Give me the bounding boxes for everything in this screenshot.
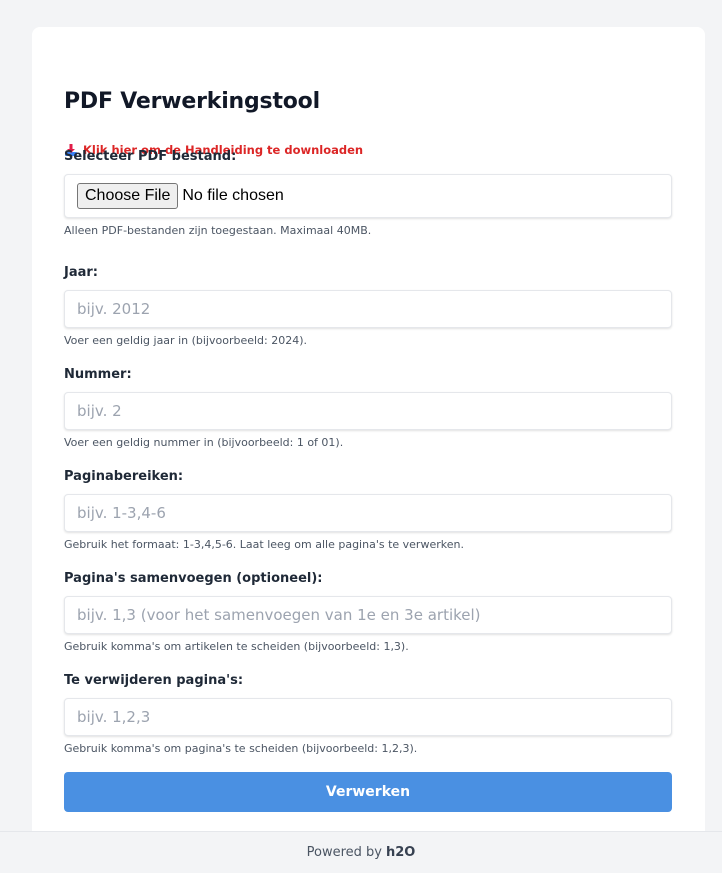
remove-input[interactable] (65, 699, 671, 735)
remove-field-box (64, 698, 672, 736)
remove-help: Gebruik komma's om pagina's te scheiden … (64, 742, 418, 755)
form-card: PDF Verwerkingstool Klik hier om de Hand… (32, 27, 705, 873)
file-status: No file chosen (182, 187, 284, 204)
number-label: Nummer: (64, 367, 132, 382)
year-field-box (64, 290, 672, 328)
year-help: Voer een geldig jaar in (bijvoorbeeld: 2… (64, 334, 308, 347)
merge-help: Gebruik komma's om artikelen te scheiden… (64, 640, 409, 653)
footer: Powered by h2O (0, 831, 722, 873)
year-label: Jaar: (64, 265, 98, 280)
ranges-field-box (64, 494, 672, 532)
number-input[interactable] (65, 393, 671, 429)
ranges-help: Gebruik het formaat: 1-3,4,5-6. Laat lee… (64, 538, 464, 551)
submit-button[interactable]: Verwerken (64, 772, 672, 812)
footer-prefix: Powered by (306, 845, 382, 860)
choose-file-button[interactable]: Choose File (77, 183, 179, 209)
number-field-box (64, 392, 672, 430)
remove-label: Te verwijderen pagina's: (64, 673, 244, 688)
merge-field-box (64, 596, 672, 634)
page-title: PDF Verwerkingstool (64, 89, 320, 114)
merge-input[interactable] (65, 597, 671, 633)
number-help: Voer een geldig nummer in (bijvoorbeeld:… (64, 436, 344, 449)
file-help: Alleen PDF-bestanden zijn toegestaan. Ma… (64, 224, 372, 237)
ranges-label: Paginabereiken: (64, 469, 184, 484)
file-input[interactable]: Choose File No file chosen (64, 174, 672, 218)
merge-label: Pagina's samenvoegen (optioneel): (64, 571, 323, 586)
ranges-input[interactable] (65, 495, 671, 531)
footer-brand: h2O (386, 845, 416, 860)
year-input[interactable] (65, 291, 671, 327)
file-label: Selecteer PDF bestand: (64, 149, 237, 164)
